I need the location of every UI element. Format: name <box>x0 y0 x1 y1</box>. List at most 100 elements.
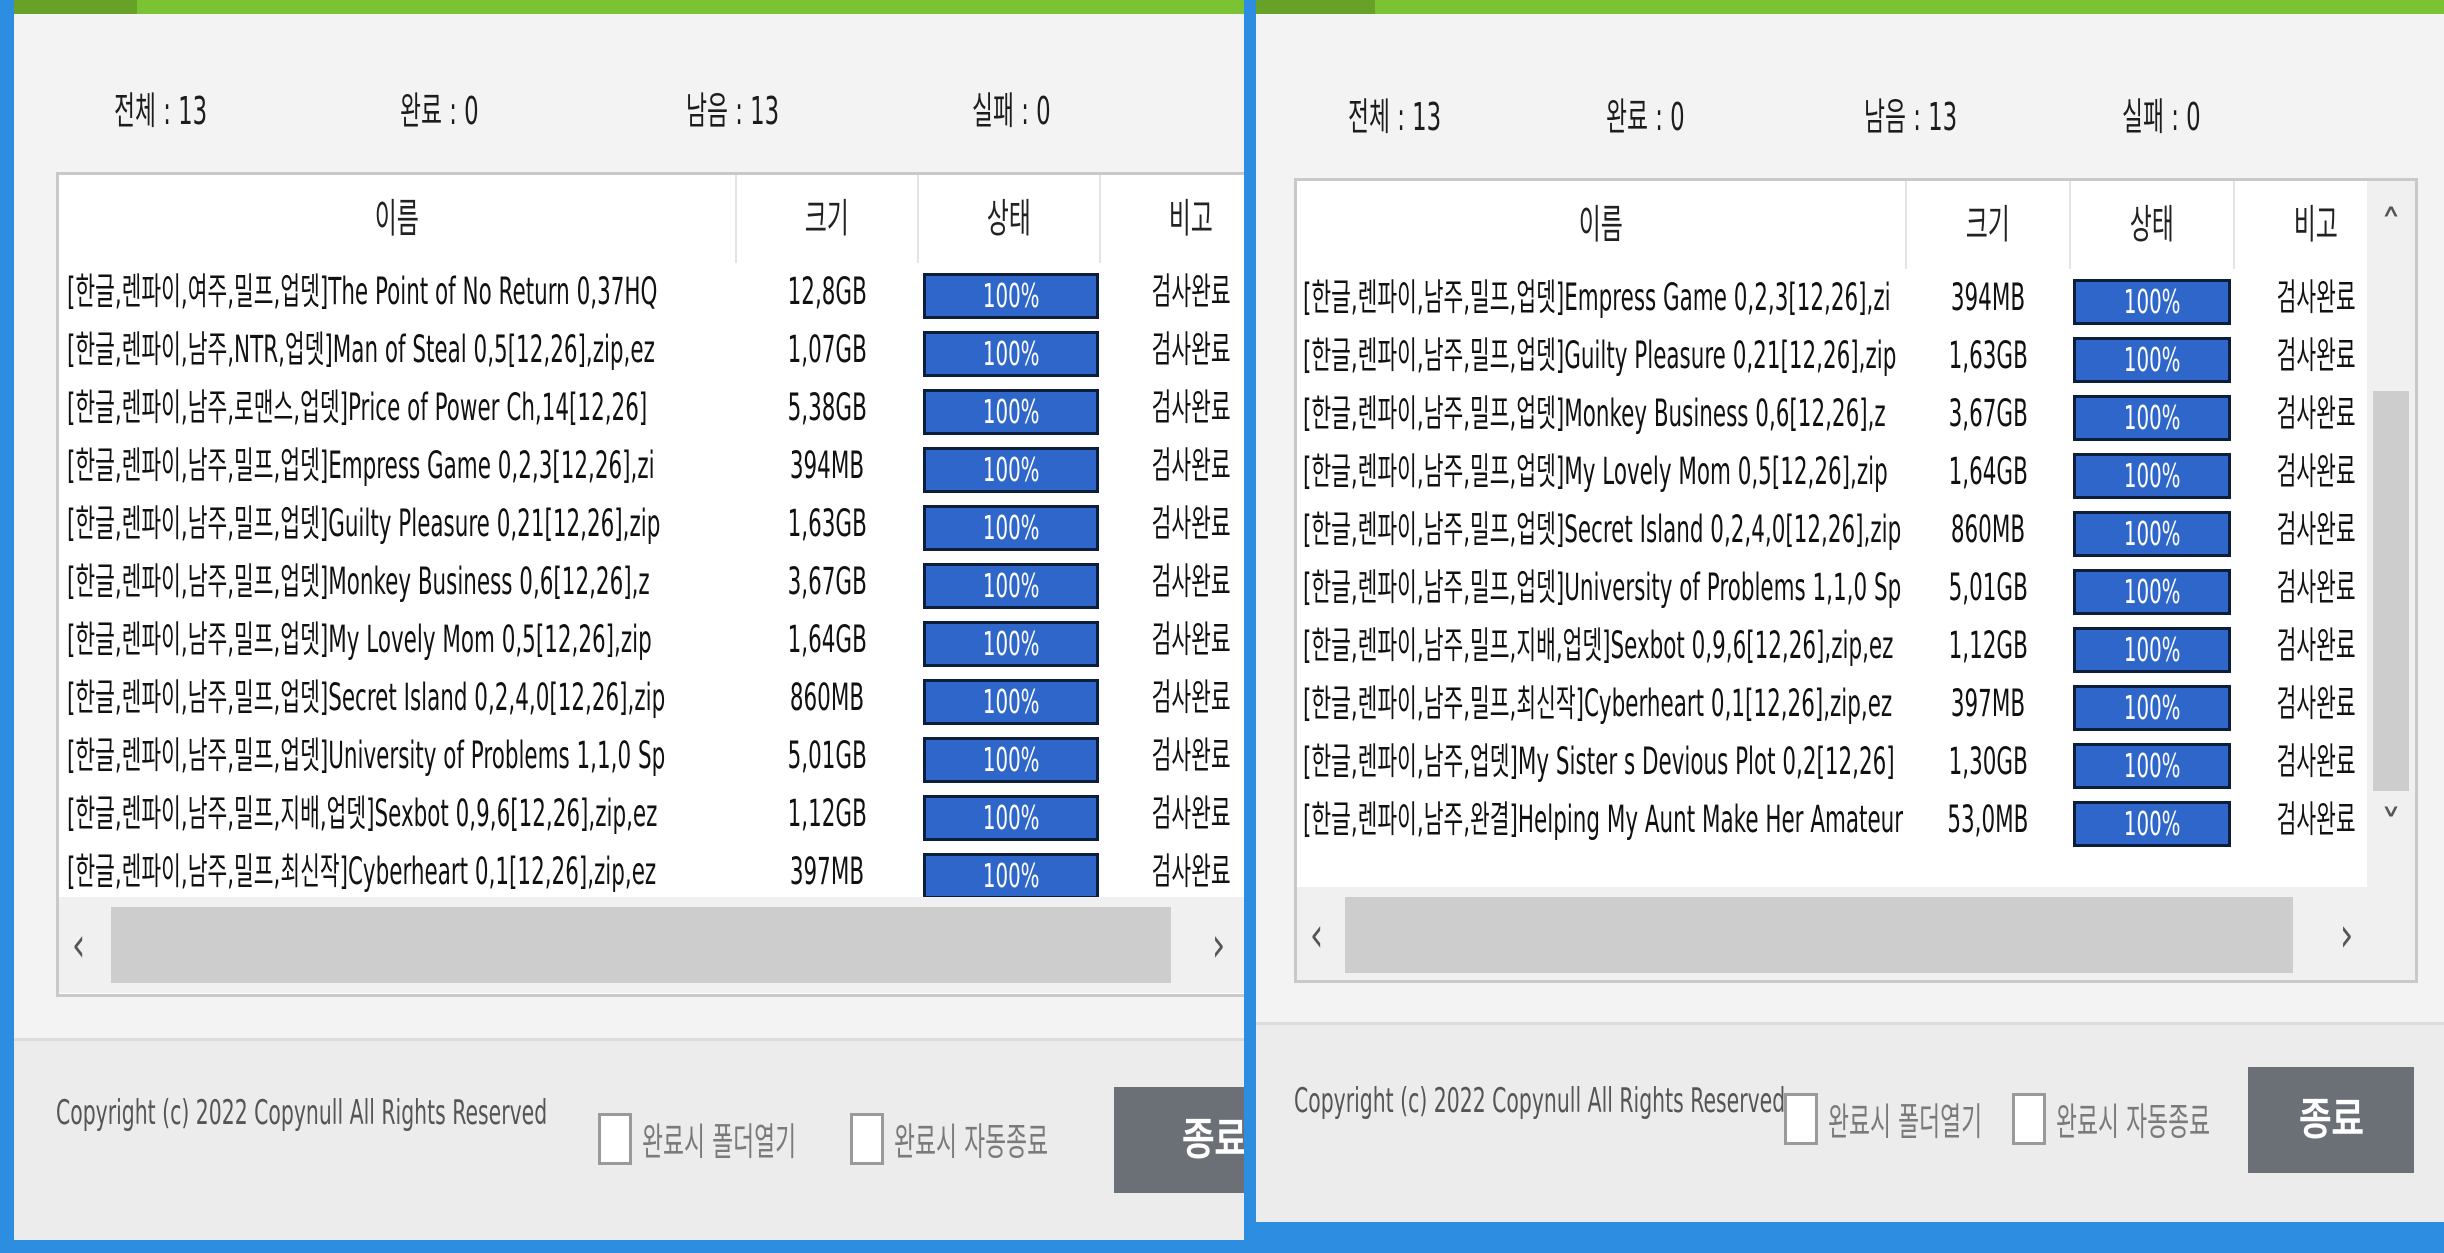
close-button[interactable]: 종료 <box>2248 1067 2414 1173</box>
table-row[interactable]: [한글,렌파이,남주,밀프,업뎃]My Lovely Mom 0,5[12,26… <box>1297 443 2367 501</box>
file-size-cell: 1,12GB <box>787 792 867 835</box>
checkbox-label: 완료시 자동종료 <box>894 1120 1049 1164</box>
table-row[interactable]: [한글,렌파이,남주,밀프,지배,업뎃]Sexbot 0,9,6[12,26],… <box>1297 617 2367 675</box>
stat-done: 완료 : 0 <box>400 89 479 133</box>
column-divider <box>2069 181 2071 269</box>
scroll-left-icon[interactable]: ‹ <box>1310 887 1323 980</box>
column-header-name[interactable]: 이름 <box>59 175 735 263</box>
vertical-scrollbar[interactable]: ˄ ˅ <box>2367 181 2415 887</box>
table-row[interactable]: [한글,렌파이,남주,밀프,업뎃]Empress Game 0,2,3[12,2… <box>1297 269 2367 327</box>
footer: Copyright (c) 2022 Copynull All Rights R… <box>14 1038 1244 1240</box>
column-header-name[interactable]: 이름 <box>1297 181 1905 269</box>
scrollbar-thumb[interactable] <box>111 907 1171 983</box>
table-row[interactable]: [한글,렌파이,남주,완결]Helping My Aunt Make Her A… <box>1297 791 2367 849</box>
progress-bar: 100% <box>2073 453 2231 499</box>
column-header-size[interactable]: 크기 <box>737 175 917 263</box>
horizontal-scrollbar[interactable]: ‹ › <box>59 897 1244 993</box>
column-header-status[interactable]: 상태 <box>919 175 1099 263</box>
footer: Copyright (c) 2022 Copynull All Rights R… <box>1256 1022 2444 1222</box>
scrollbar-thumb[interactable] <box>2373 391 2409 791</box>
table-row[interactable]: [한글,렌파이,남주,밀프,지배,업뎃]Sexbot 0,9,6[12,26],… <box>59 785 1244 843</box>
table-header: 이름 크기 상태 비고 <box>59 175 1244 263</box>
progress-bar: 100% <box>923 273 1099 319</box>
checkbox-box[interactable] <box>598 1112 632 1165</box>
table-row[interactable]: [한글,렌파이,남주,밀프,업뎃]Empress Game 0,2,3[12,2… <box>59 437 1244 495</box>
table-row[interactable]: [한글,렌파이,남주,로맨스,업뎃]Price of Power Ch,14[1… <box>59 379 1244 437</box>
scroll-down-icon[interactable]: ˅ <box>2367 801 2415 850</box>
status-note-cell: 검사완료 <box>1151 502 1231 545</box>
table-row[interactable]: [한글,렌파이,남주,밀프,업뎃]Secret Island 0,2,4,0[1… <box>59 669 1244 727</box>
file-list-table: 이름 크기 상태 비고 [한글,렌파이,남주,밀프,업뎃]Empress Gam… <box>1294 178 2418 983</box>
scroll-right-icon[interactable]: › <box>2340 887 2353 980</box>
table-row[interactable]: [한글,렌파이,남주,밀프,업뎃]Monkey Business 0,6[12,… <box>59 553 1244 611</box>
status-note-cell: 검사완료 <box>1151 676 1231 719</box>
scroll-right-icon[interactable]: › <box>1212 897 1225 993</box>
progress-label: 100% <box>2123 572 2181 611</box>
table-row[interactable]: [한글,렌파이,남주,밀프,업뎃]Monkey Business 0,6[12,… <box>1297 385 2367 443</box>
file-name-cell: [한글,렌파이,남주,밀프,업뎃]University of Problems … <box>1303 566 1902 609</box>
close-button[interactable]: 종료 <box>1114 1087 1244 1193</box>
checkbox-box[interactable] <box>1784 1092 1818 1145</box>
auto-close-checkbox[interactable]: 완료시 자동종료 <box>850 1111 1151 1166</box>
column-divider <box>917 175 919 263</box>
status-note-cell: 검사완료 <box>1151 560 1231 603</box>
file-size-cell: 860MB <box>789 676 865 719</box>
stats-bar: 전체 : 13 완료 : 0 남음 : 13 실패 : 0 <box>14 80 1244 140</box>
copyright-text: Copyright (c) 2022 Copynull All Rights R… <box>1294 1081 1786 1121</box>
table-row[interactable]: [한글,렌파이,남주,밀프,업뎃]University of Problems … <box>59 727 1244 785</box>
file-name-cell: [한글,렌파이,남주,밀프,업뎃]Secret Island 0,2,4,0[1… <box>1303 508 1902 551</box>
progress-label: 100% <box>982 392 1040 431</box>
file-name-cell: [한글,렌파이,남주,완결]Helping My Aunt Make Her A… <box>1303 798 1903 841</box>
file-name-cell: [한글,렌파이,남주,밀프,최신작]Cyberheart 0,1[12,26],… <box>67 850 657 893</box>
table-row[interactable]: [한글,렌파이,남주,밀프,업뎃]Guilty Pleasure 0,21[12… <box>59 495 1244 553</box>
checkbox-label: 완료시 폴더열기 <box>642 1120 797 1164</box>
table-row[interactable]: [한글,렌파이,남주,밀프,업뎃]University of Problems … <box>1297 559 2367 617</box>
file-name-cell: [한글,렌파이,남주,밀프,업뎃]Guilty Pleasure 0,21[12… <box>1303 334 1897 377</box>
status-note-cell: 검사완료 <box>1151 850 1231 893</box>
table-row[interactable]: [한글,렌파이,남주,밀프,업뎃]My Lovely Mom 0,5[12,26… <box>59 611 1244 669</box>
progress-label: 100% <box>982 334 1040 373</box>
file-name-cell: [한글,렌파이,남주,밀프,지배,업뎃]Sexbot 0,9,6[12,26],… <box>1303 624 1894 667</box>
progress-label: 100% <box>2123 282 2181 321</box>
column-divider <box>1905 181 1907 269</box>
file-size-cell: 5,38GB <box>787 386 867 429</box>
horizontal-scrollbar[interactable]: ‹ › <box>1297 887 2415 980</box>
file-size-cell: 3,67GB <box>1948 392 2028 435</box>
table-row[interactable]: [한글,렌파이,남주,NTR,업뎃]Man of Steal 0,5[12,26… <box>59 321 1244 379</box>
stat-failed: 실패 : 0 <box>2122 95 2201 139</box>
file-name-cell: [한글,렌파이,남주,밀프,업뎃]Guilty Pleasure 0,21[12… <box>67 502 661 545</box>
progress-bar: 100% <box>2073 627 2231 673</box>
progress-label: 100% <box>2123 630 2181 669</box>
progress-label: 100% <box>982 740 1040 779</box>
scrollbar-thumb[interactable] <box>1345 897 2293 973</box>
column-header-note[interactable]: 비고 <box>1101 175 1244 263</box>
scroll-left-icon[interactable]: ‹ <box>72 897 85 993</box>
progress-label: 100% <box>982 276 1040 315</box>
progress-bar: 100% <box>923 447 1099 493</box>
file-size-cell: 1,63GB <box>1948 334 2028 377</box>
checkbox-box[interactable] <box>850 1112 884 1165</box>
table-row[interactable]: [한글,렌파이,남주,밀프,업뎃]Guilty Pleasure 0,21[12… <box>1297 327 2367 385</box>
table-row[interactable]: [한글,렌파이,남주,밀프,업뎃]Secret Island 0,2,4,0[1… <box>1297 501 2367 559</box>
file-name-cell: [한글,렌파이,남주,밀프,업뎃]My Lovely Mom 0,5[12,26… <box>67 618 652 661</box>
progress-bar: 100% <box>2073 569 2231 615</box>
checkbox-box[interactable] <box>2012 1092 2046 1145</box>
file-name-cell: [한글,렌파이,남주,밀프,업뎃]Monkey Business 0,6[12,… <box>1303 392 1886 435</box>
file-size-cell: 394MB <box>1950 276 2026 319</box>
column-header-status[interactable]: 상태 <box>2071 181 2233 269</box>
file-name-cell: [한글,렌파이,남주,밀프,업뎃]Monkey Business 0,6[12,… <box>67 560 650 603</box>
stat-done: 완료 : 0 <box>1606 95 1685 139</box>
file-name-cell: [한글,렌파이,남주,로맨스,업뎃]Price of Power Ch,14[1… <box>67 386 648 429</box>
table-row[interactable]: [한글,렌파이,남주,밀프,최신작]Cyberheart 0,1[12,26],… <box>59 843 1244 901</box>
table-row[interactable]: [한글,렌파이,남주,업뎃]My Sister s Devious Plot 0… <box>1297 733 2367 791</box>
scroll-up-icon[interactable]: ˄ <box>2367 201 2415 250</box>
file-size-cell: 53,0MB <box>1947 798 2029 841</box>
progress-bar: 100% <box>2073 395 2231 441</box>
progress-bar: 100% <box>923 331 1099 377</box>
table-row[interactable]: [한글,렌파이,여주,밀프,업뎃]The Point of No Return … <box>59 263 1244 321</box>
table-row[interactable]: [한글,렌파이,남주,밀프,최신작]Cyberheart 0,1[12,26],… <box>1297 675 2367 733</box>
stat-failed: 실패 : 0 <box>972 89 1051 133</box>
file-name-cell: [한글,렌파이,남주,밀프,업뎃]Empress Game 0,2,3[12,2… <box>1303 276 1891 319</box>
column-header-size[interactable]: 크기 <box>1907 181 2069 269</box>
table-header: 이름 크기 상태 비고 <box>1297 181 2415 269</box>
